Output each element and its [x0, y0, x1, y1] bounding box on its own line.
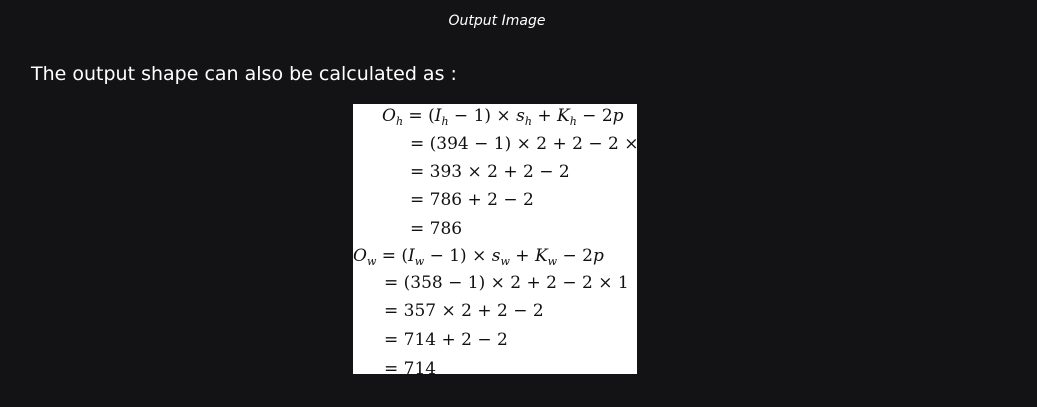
width-line-4: = 714 [384, 359, 436, 374]
width-formula: Ow = (Iw − 1) × sw + Kw − 2p [353, 246, 604, 268]
image-caption: Output Image [448, 13, 546, 29]
width-line-3: = 714 + 2 − 2 [384, 330, 508, 350]
page: Output Image The output shape can also b… [0, 0, 1037, 407]
height-line-2: = 393 × 2 + 2 − 2 [410, 162, 570, 182]
paragraph-text: The output shape can also be calculated … [31, 63, 457, 85]
equation-image: Oh = (Ih − 1) × sh + Kh − 2p = (394 − 1)… [353, 104, 637, 374]
height-line-1: = (394 − 1) × 2 + 2 − 2 × 1 [410, 134, 637, 154]
height-formula: Oh = (Ih − 1) × sh + Kh − 2p [382, 106, 624, 128]
height-line-4: = 786 [410, 219, 462, 239]
height-line-3: = 786 + 2 − 2 [410, 190, 534, 210]
width-line-2: = 357 × 2 + 2 − 2 [384, 301, 544, 321]
width-line-1: = (358 − 1) × 2 + 2 − 2 × 1 [384, 273, 629, 293]
